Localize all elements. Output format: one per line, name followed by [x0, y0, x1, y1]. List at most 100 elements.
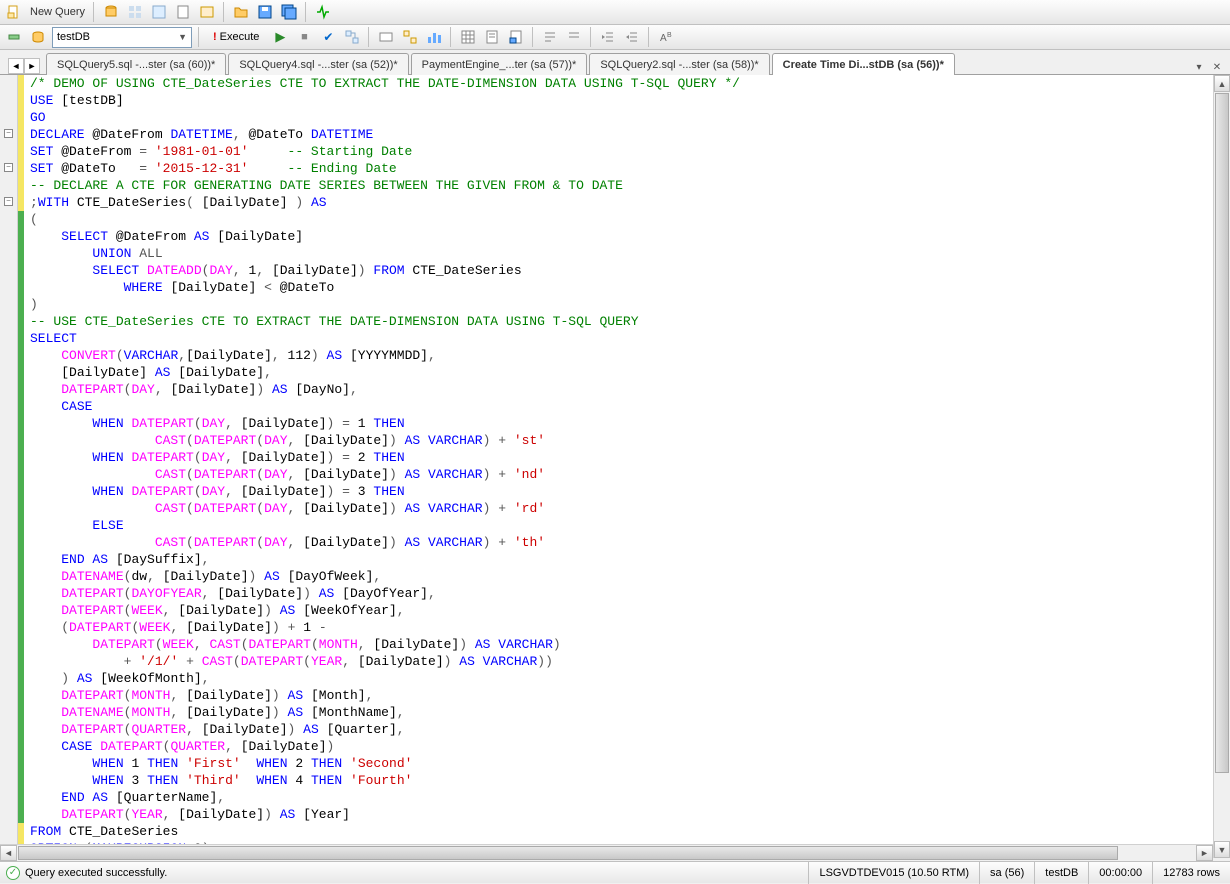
gutter[interactable]	[0, 568, 18, 585]
gutter[interactable]	[0, 772, 18, 789]
gutter[interactable]	[0, 738, 18, 755]
code-line[interactable]: ) AS [WeekOfMonth],	[0, 670, 1230, 687]
indent-icon[interactable]	[598, 27, 618, 47]
code-line[interactable]: WHEN 1 THEN 'First' WHEN 2 THEN 'Second'	[0, 755, 1230, 772]
gutter[interactable]	[0, 279, 18, 296]
code-text[interactable]: CAST(DATEPART(DAY, [DailyDate]) AS VARCH…	[24, 432, 545, 449]
gutter[interactable]	[0, 534, 18, 551]
results-file-icon[interactable]	[506, 27, 526, 47]
code-line[interactable]: USE [testDB]	[0, 92, 1230, 109]
save-all-icon[interactable]	[279, 2, 299, 22]
code-text[interactable]: [DailyDate] AS [DailyDate],	[24, 364, 272, 381]
code-line[interactable]: -- USE CTE_DateSeries CTE TO EXTRACT THE…	[0, 313, 1230, 330]
code-line[interactable]: WHEN DATEPART(DAY, [DailyDate]) = 1 THEN	[0, 415, 1230, 432]
code-text[interactable]: FROM CTE_DateSeries	[24, 823, 178, 840]
gutter[interactable]	[0, 330, 18, 347]
gutter[interactable]	[0, 704, 18, 721]
code-text[interactable]: DATEPART(YEAR, [DailyDate]) AS [Year]	[24, 806, 350, 823]
code-text[interactable]: WHEN DATEPART(DAY, [DailyDate]) = 2 THEN	[24, 449, 405, 466]
code-line[interactable]: GO	[0, 109, 1230, 126]
xmla-query-icon[interactable]	[173, 2, 193, 22]
db-engine-query-icon[interactable]	[101, 2, 121, 22]
code-text[interactable]: -- USE CTE_DateSeries CTE TO EXTRACT THE…	[24, 313, 639, 330]
gutter[interactable]	[0, 296, 18, 313]
document-tab[interactable]: Create Time Di...stDB (sa (56))*	[772, 53, 955, 75]
gutter[interactable]: −	[0, 194, 18, 211]
activity-monitor-icon[interactable]	[313, 2, 333, 22]
code-line[interactable]: CAST(DATEPART(DAY, [DailyDate]) AS VARCH…	[0, 432, 1230, 449]
code-text[interactable]: UNION ALL	[24, 245, 163, 262]
estimated-plan-icon[interactable]	[342, 27, 362, 47]
gutter[interactable]	[0, 262, 18, 279]
database-selector[interactable]: testDB ▼	[52, 27, 192, 48]
save-icon[interactable]	[255, 2, 275, 22]
change-connection-icon[interactable]	[28, 27, 48, 47]
new-query-label[interactable]: New Query	[28, 6, 87, 18]
gutter[interactable]	[0, 789, 18, 806]
code-line[interactable]: WHEN DATEPART(DAY, [DailyDate]) = 2 THEN	[0, 449, 1230, 466]
code-line[interactable]: DATEPART(MONTH, [DailyDate]) AS [Month],	[0, 687, 1230, 704]
gutter[interactable]: −	[0, 160, 18, 177]
gutter[interactable]	[0, 619, 18, 636]
code-text[interactable]: DATEPART(QUARTER, [DailyDate]) AS [Quart…	[24, 721, 405, 738]
sql-editor[interactable]: /* DEMO OF USING CTE_DateSeries CTE TO E…	[0, 75, 1230, 858]
code-line[interactable]: CONVERT(VARCHAR,[DailyDate], 112) AS [YY…	[0, 347, 1230, 364]
scroll-right-icon[interactable]: ►	[1196, 845, 1213, 861]
tab-close-icon[interactable]: ✕	[1210, 60, 1224, 74]
code-line[interactable]: DATEPART(QUARTER, [DailyDate]) AS [Quart…	[0, 721, 1230, 738]
tab-prev-icon[interactable]: ◄	[8, 58, 24, 74]
code-text[interactable]: DECLARE @DateFrom DATETIME, @DateTo DATE…	[24, 126, 373, 143]
code-line[interactable]: CAST(DATEPART(DAY, [DailyDate]) AS VARCH…	[0, 466, 1230, 483]
document-tab[interactable]: SQLQuery2.sql -...ster (sa (58))*	[589, 53, 769, 75]
mdx-query-icon[interactable]	[125, 2, 145, 22]
gutter[interactable]	[0, 245, 18, 262]
code-line[interactable]: CAST(DATEPART(DAY, [DailyDate]) AS VARCH…	[0, 500, 1230, 517]
code-text[interactable]: CAST(DATEPART(DAY, [DailyDate]) AS VARCH…	[24, 500, 545, 517]
document-tab[interactable]: SQLQuery5.sql -...ster (sa (60))*	[46, 53, 226, 75]
gutter[interactable]	[0, 483, 18, 500]
code-text[interactable]: END AS [DaySuffix],	[24, 551, 209, 568]
code-text[interactable]: WHEN DATEPART(DAY, [DailyDate]) = 1 THEN	[24, 415, 405, 432]
execute-button[interactable]: ! Execute	[206, 27, 266, 48]
code-line[interactable]: SELECT	[0, 330, 1230, 347]
code-line[interactable]: WHEN 3 THEN 'Third' WHEN 4 THEN 'Fourth'	[0, 772, 1230, 789]
code-line[interactable]: (	[0, 211, 1230, 228]
tab-list-dropdown-icon[interactable]: ▾	[1192, 60, 1206, 74]
code-line[interactable]: UNION ALL	[0, 245, 1230, 262]
code-text[interactable]: WHEN 3 THEN 'Third' WHEN 4 THEN 'Fourth'	[24, 772, 412, 789]
code-line[interactable]: DATEPART(YEAR, [DailyDate]) AS [Year]	[0, 806, 1230, 823]
gutter[interactable]	[0, 636, 18, 653]
code-text[interactable]: ) AS [WeekOfMonth],	[24, 670, 210, 687]
scroll-thumb[interactable]	[1215, 93, 1229, 773]
code-text[interactable]: DATEPART(MONTH, [DailyDate]) AS [Month],	[24, 687, 373, 704]
code-text[interactable]: CONVERT(VARCHAR,[DailyDate], 112) AS [YY…	[24, 347, 436, 364]
gutter[interactable]	[0, 500, 18, 517]
code-text[interactable]: END AS [QuarterName],	[24, 789, 225, 806]
gutter[interactable]	[0, 92, 18, 109]
gutter[interactable]	[0, 364, 18, 381]
code-line[interactable]: DATENAME(MONTH, [DailyDate]) AS [MonthNa…	[0, 704, 1230, 721]
code-line[interactable]: FROM CTE_DateSeries	[0, 823, 1230, 840]
gutter[interactable]	[0, 687, 18, 704]
code-text[interactable]: ELSE	[24, 517, 124, 534]
code-line[interactable]: −;WITH CTE_DateSeries( [DailyDate] ) AS	[0, 194, 1230, 211]
code-line[interactable]: WHEN DATEPART(DAY, [DailyDate]) = 3 THEN	[0, 483, 1230, 500]
code-text[interactable]: /* DEMO OF USING CTE_DateSeries CTE TO E…	[24, 75, 740, 92]
code-line[interactable]: DATEPART(WEEK, CAST(DATEPART(MONTH, [Dai…	[0, 636, 1230, 653]
code-line[interactable]: SET @DateFrom = '1981-01-01' -- Starting…	[0, 143, 1230, 160]
gutter[interactable]	[0, 398, 18, 415]
gutter[interactable]	[0, 381, 18, 398]
code-line[interactable]: DATENAME(dw, [DailyDate]) AS [DayOfWeek]…	[0, 568, 1230, 585]
code-text[interactable]: GO	[24, 109, 46, 126]
code-text[interactable]: CAST(DATEPART(DAY, [DailyDate]) AS VARCH…	[24, 534, 545, 551]
code-line[interactable]: SELECT @DateFrom AS [DailyDate]	[0, 228, 1230, 245]
gutter[interactable]	[0, 347, 18, 364]
code-text[interactable]: (	[24, 211, 38, 228]
gutter[interactable]	[0, 755, 18, 772]
gutter[interactable]	[0, 143, 18, 160]
code-text[interactable]: DATEPART(WEEK, [DailyDate]) AS [WeekOfYe…	[24, 602, 405, 619]
code-line[interactable]: DATEPART(DAY, [DailyDate]) AS [DayNo],	[0, 381, 1230, 398]
document-tab[interactable]: PaymentEngine_...ter (sa (57))*	[411, 53, 588, 75]
debug-icon[interactable]: ▶	[270, 27, 290, 47]
outdent-icon[interactable]	[622, 27, 642, 47]
